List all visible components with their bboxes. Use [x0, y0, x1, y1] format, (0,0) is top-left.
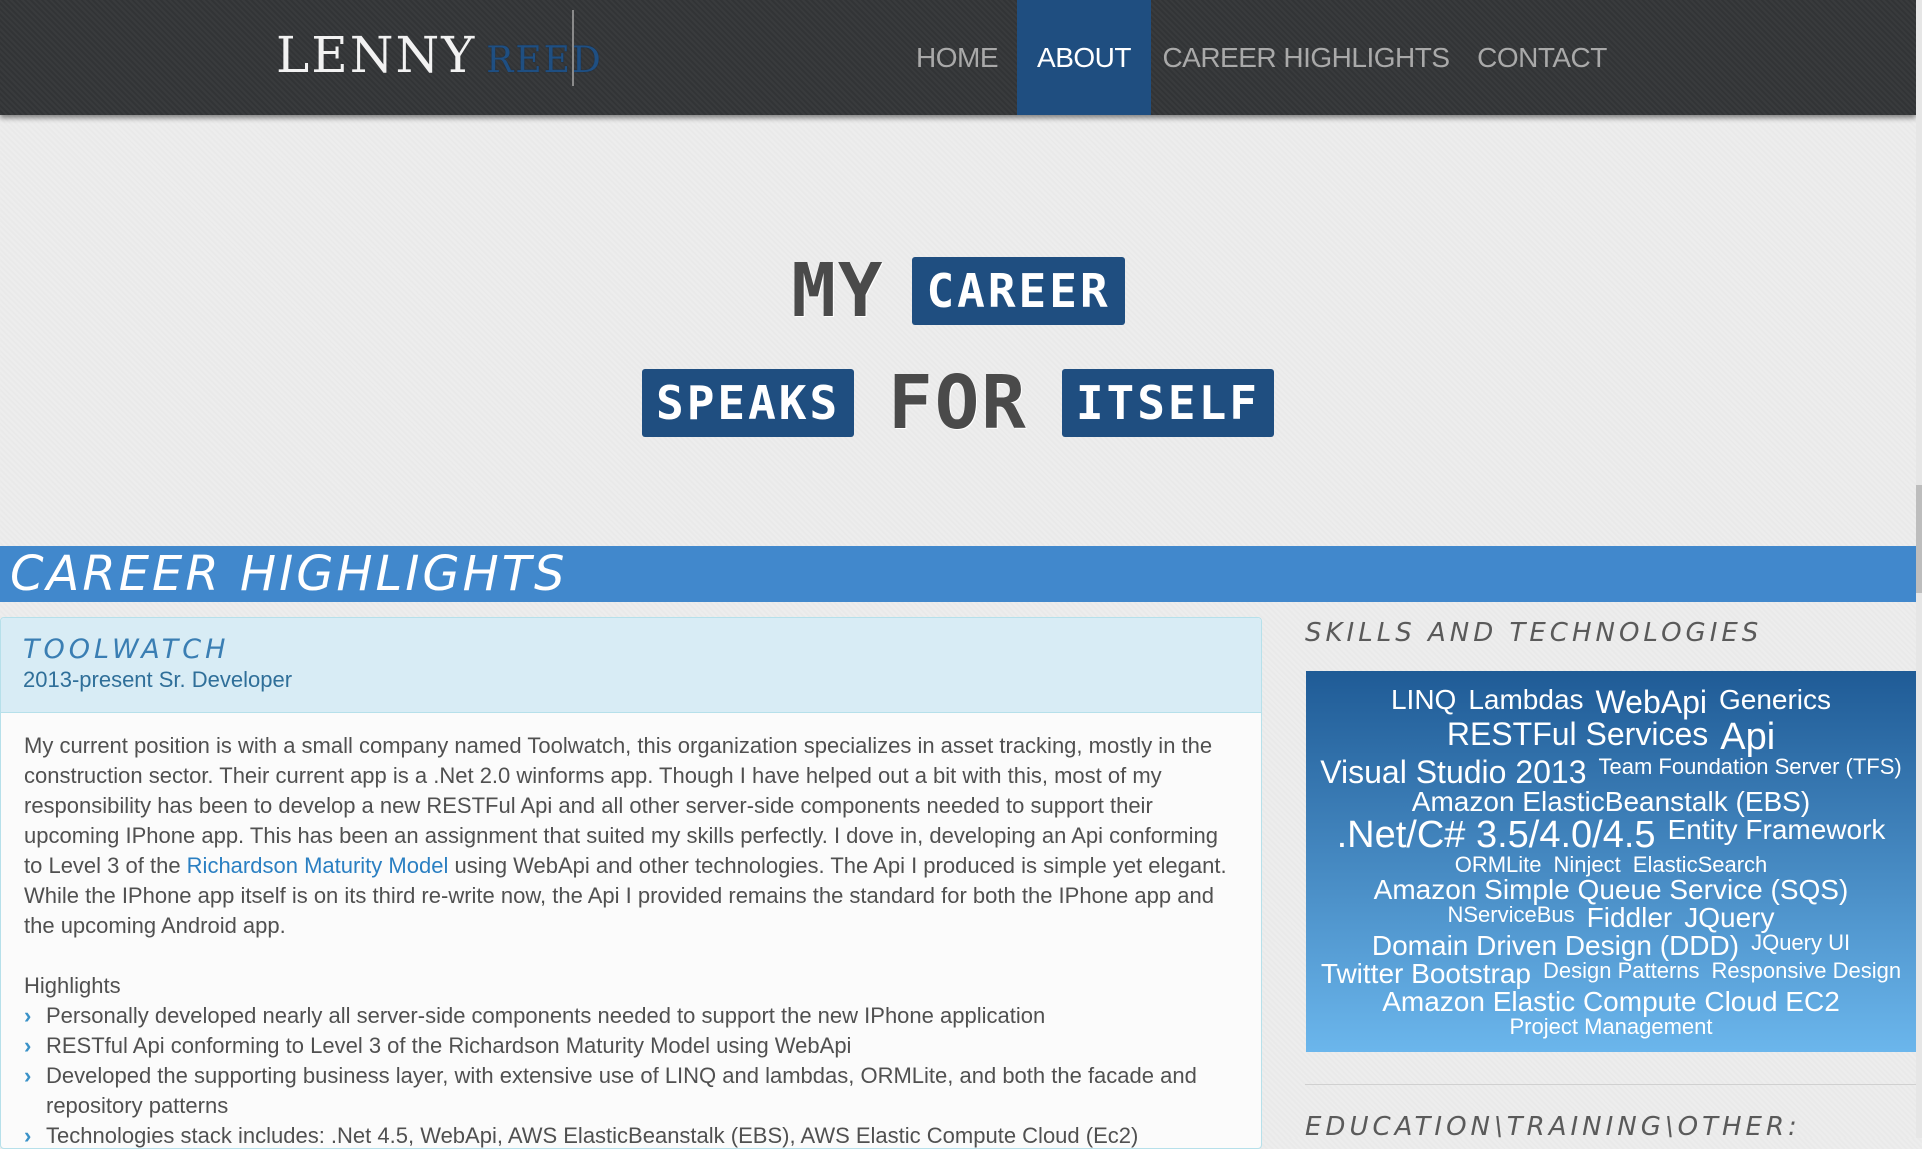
skill-tag[interactable]: Project Management — [1510, 1015, 1713, 1038]
chevron-right-icon: › — [24, 1063, 32, 1088]
skill-tag[interactable]: Generics — [1719, 685, 1831, 718]
navbar: LENNY REED HOME ABOUT CAREER HIGHLIGHTS … — [0, 0, 1916, 115]
highlight-text: RESTful Api conforming to Level 3 of the… — [46, 1033, 852, 1058]
highlights-list: › Personally developed nearly all server-… — [24, 1001, 1239, 1148]
chevron-right-icon: › — [24, 1123, 32, 1148]
chevron-right-icon: › — [24, 1033, 32, 1058]
hero-line-2: SPEAKS FOR ITSELF — [0, 358, 1916, 448]
hero-box-speaks: SPEAKS — [642, 369, 855, 437]
brand-first-name: LENNY — [276, 26, 477, 84]
nav-contact[interactable]: CONTACT — [1470, 0, 1614, 115]
list-item: › RESTful Api conforming to Level 3 of th… — [24, 1031, 1239, 1061]
job-company: TOOLWATCH — [23, 634, 230, 665]
scrollbar-thumb[interactable] — [1916, 485, 1922, 593]
highlight-text: Personally developed nearly all server-s… — [46, 1003, 1046, 1028]
skill-tag[interactable]: Amazon ElasticBeanstalk (EBS) — [1412, 787, 1810, 816]
job-role: 2013-present Sr. Developer — [23, 667, 293, 692]
hero-box-career: CAREER — [912, 257, 1125, 325]
skill-tag[interactable]: Responsive Design — [1712, 959, 1902, 988]
skill-tag[interactable]: Api — [1720, 718, 1775, 756]
skill-tag[interactable]: LINQ — [1391, 685, 1456, 718]
skill-tag[interactable]: Design Patterns — [1543, 959, 1700, 988]
skill-tag[interactable]: Ninject — [1554, 853, 1621, 876]
page-scrollbar[interactable] — [1916, 0, 1922, 1138]
skill-tag[interactable]: JQuery — [1684, 903, 1774, 932]
career-highlights-banner: CAREER HIGHLIGHTS — [0, 546, 1916, 602]
job-card: TOOLWATCH 2013-present Sr. Developer My … — [0, 617, 1262, 1149]
brand-logo[interactable]: LENNY REED — [276, 26, 603, 90]
skill-tag[interactable]: Amazon Elastic Compute Cloud EC2 — [1382, 987, 1840, 1016]
skill-tag[interactable]: ORMLite — [1455, 853, 1542, 876]
job-description: My current position is with a small comp… — [24, 731, 1239, 941]
skill-tag[interactable]: Domain Driven Design (DDD) — [1372, 931, 1739, 960]
skill-tag[interactable]: .Net/C# 3.5/4.0/4.5 — [1337, 816, 1656, 854]
skill-tag[interactable]: Visual Studio 2013 — [1320, 756, 1586, 788]
skills-tag-cloud: LINQ Lambdas WebApi Generics RESTFul Service… — [1306, 671, 1916, 1052]
skill-tag[interactable]: Amazon Simple Queue Service (SQS) — [1374, 875, 1849, 904]
chevron-right-icon: › — [24, 1003, 32, 1028]
skills-title: SKILLS AND TECHNOLOGIES — [1305, 618, 1763, 648]
richardson-maturity-model-link[interactable]: Richardson Maturity Model — [187, 853, 449, 878]
highlight-text: Developed the supporting business layer,… — [46, 1063, 1197, 1118]
list-item: › Developed the supporting business layer… — [24, 1061, 1239, 1121]
hero-line-1: MY CAREER — [0, 246, 1916, 336]
skill-tag[interactable]: WebApi — [1596, 686, 1707, 718]
skill-tag[interactable]: Lambdas — [1468, 685, 1583, 718]
nav-home[interactable]: HOME — [907, 0, 1007, 115]
skill-tag[interactable]: Fiddler — [1587, 903, 1673, 932]
divider — [1305, 1084, 1916, 1085]
job-header: TOOLWATCH 2013-present Sr. Developer — [1, 618, 1261, 713]
nav-career-highlights[interactable]: CAREER HIGHLIGHTS — [1161, 0, 1451, 115]
highlights-title: Highlights — [24, 973, 121, 998]
skill-tag[interactable]: Team Foundation Server (TFS) — [1599, 755, 1902, 788]
brand-divider — [572, 10, 574, 86]
hero-box-itself: ITSELF — [1061, 369, 1274, 437]
section-title: CAREER HIGHLIGHTS — [10, 546, 568, 602]
nav-about[interactable]: ABOUT — [1017, 0, 1151, 115]
hero-word-for: FOR — [888, 360, 1028, 446]
skill-tag[interactable]: JQuery UI — [1751, 931, 1850, 960]
brand-last-name: REED — [486, 40, 603, 81]
skill-tag[interactable]: Twitter Bootstrap — [1321, 959, 1531, 988]
skill-tag[interactable]: RESTFul Services — [1447, 718, 1708, 756]
skill-tag[interactable]: NServiceBus — [1448, 903, 1575, 932]
job-body: My current position is with a small comp… — [1, 713, 1261, 1148]
skill-tag[interactable]: Entity Framework — [1668, 815, 1886, 854]
skill-tag[interactable]: ElasticSearch — [1633, 853, 1768, 876]
list-item: › Technologies stack includes: .Net 4.5, … — [24, 1121, 1239, 1148]
list-item: › Personally developed nearly all server-… — [24, 1001, 1239, 1031]
hero-word-my: MY — [791, 248, 885, 334]
highlight-text: Technologies stack includes: .Net 4.5, W… — [46, 1123, 1139, 1148]
